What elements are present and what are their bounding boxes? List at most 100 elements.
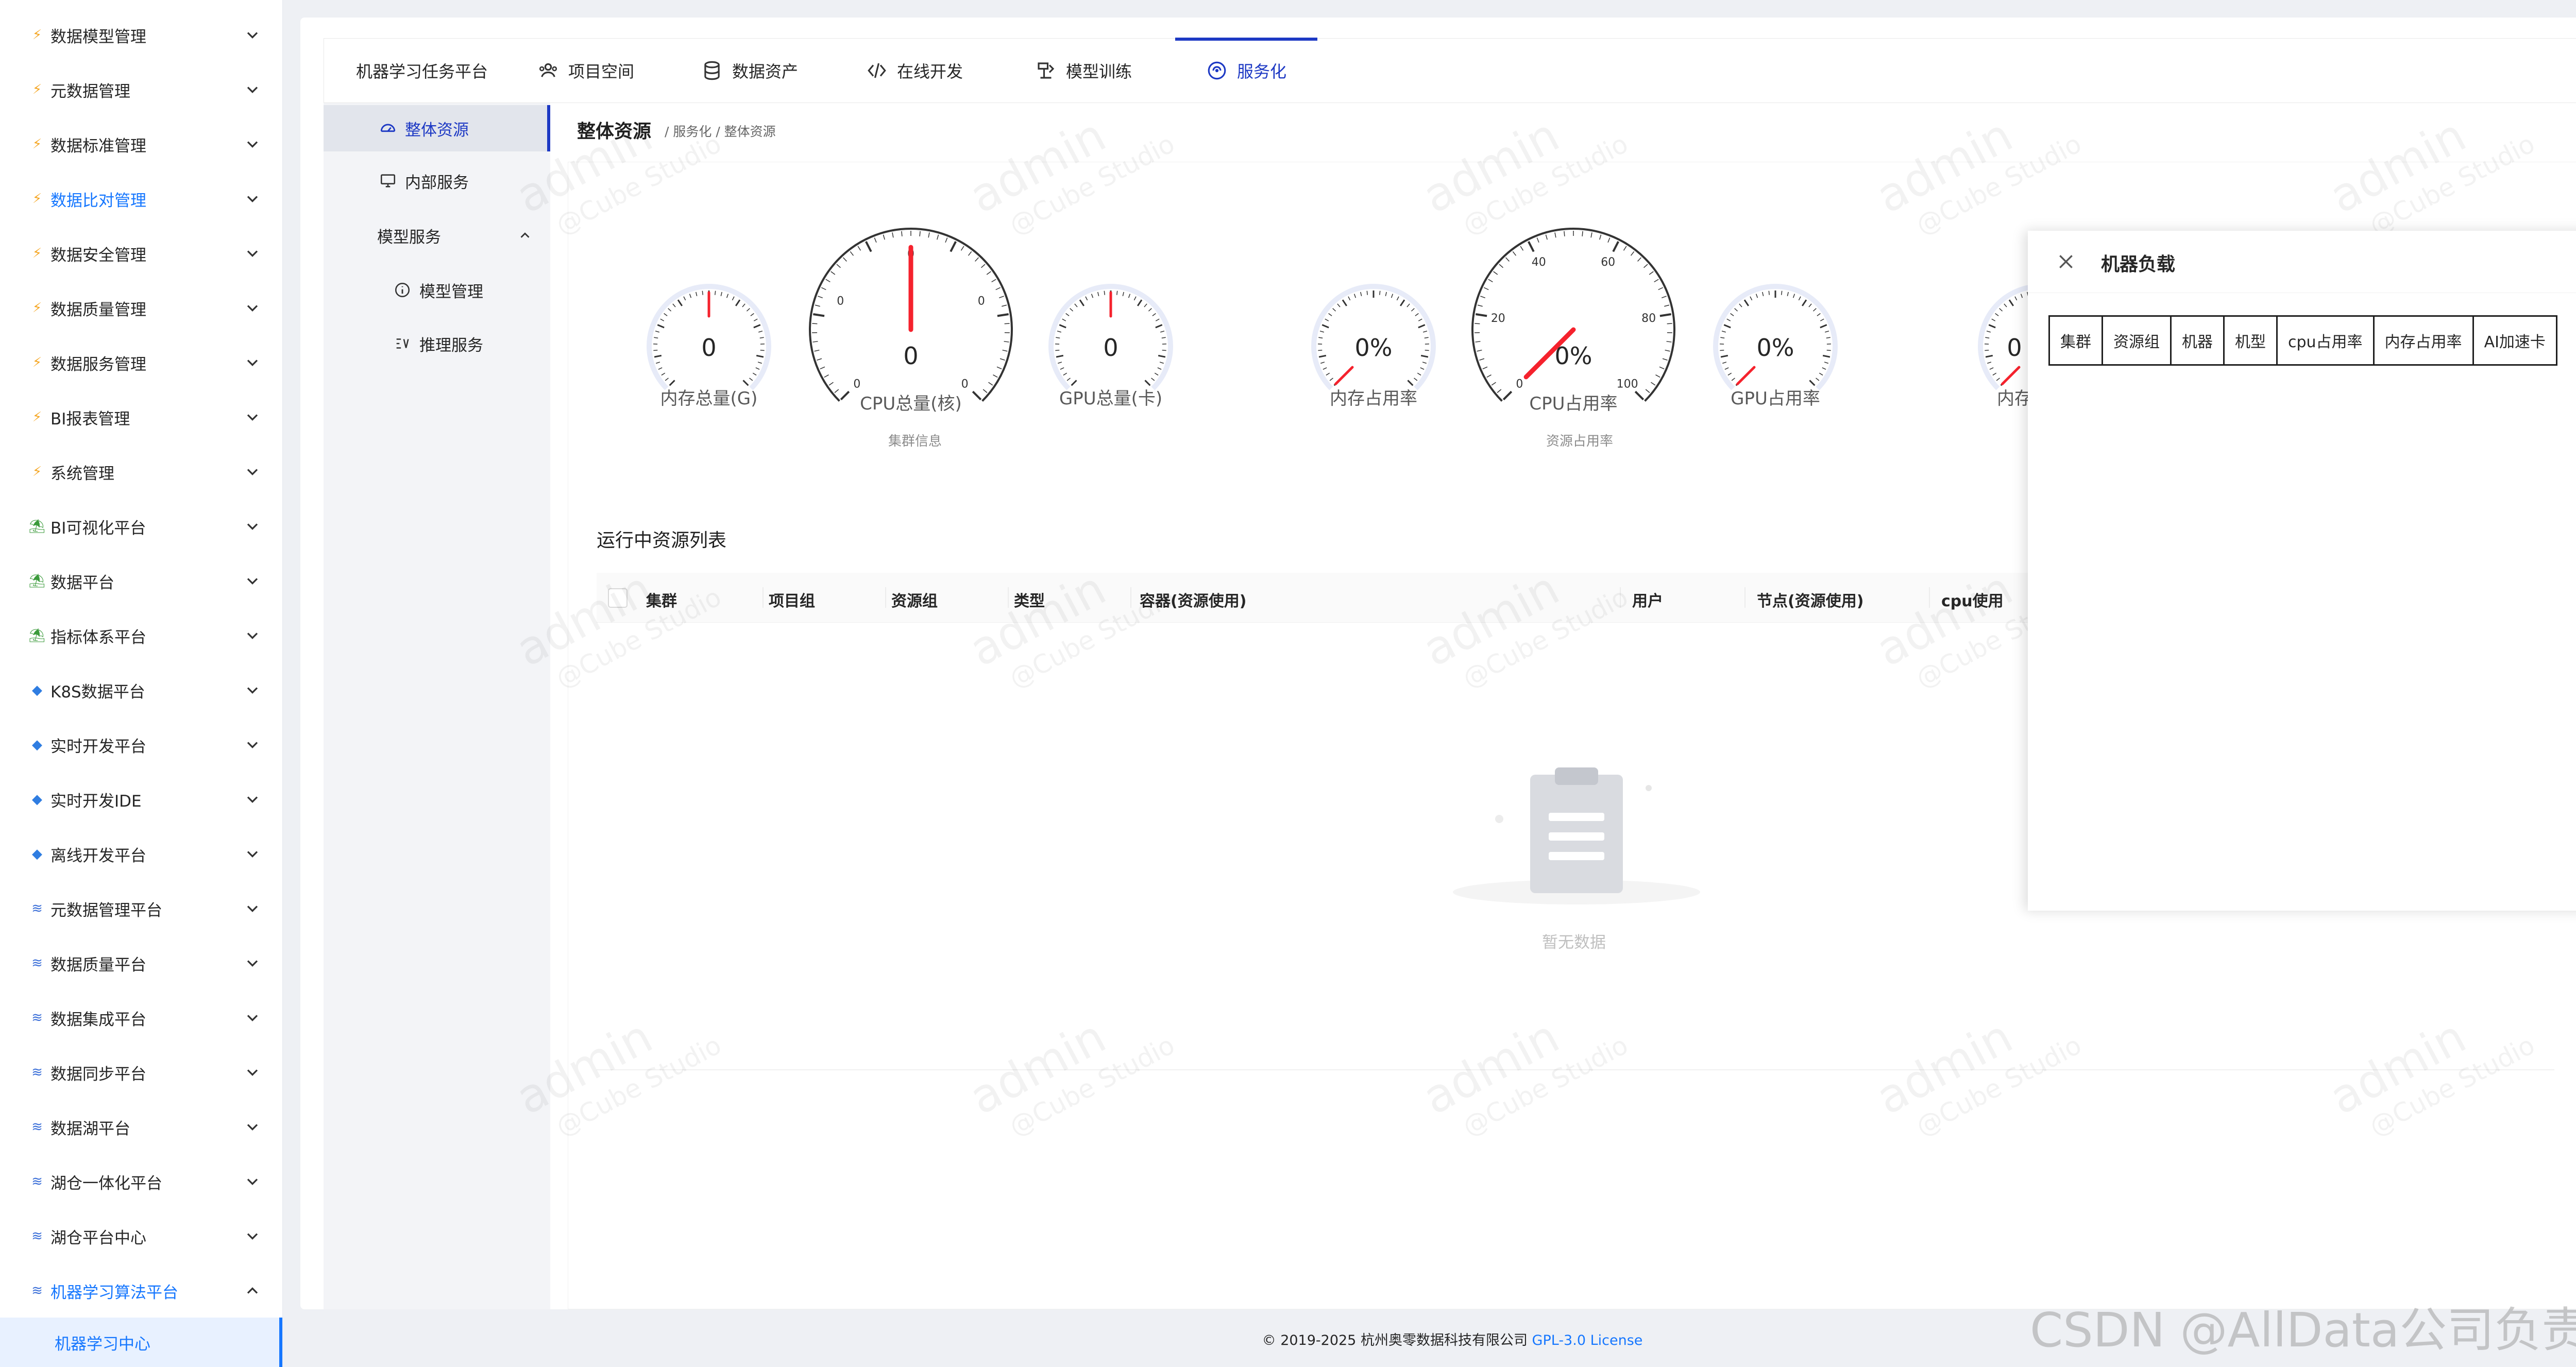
menu-icon: ≋ (31, 901, 43, 916)
training-icon (1038, 62, 1055, 79)
submenu-model-management[interactable]: 模型管理 (324, 267, 550, 313)
tab-online-dev[interactable]: 在线开发 (866, 39, 963, 102)
sidebar-item[interactable]: ≋ 数据湖平台 (0, 1100, 282, 1154)
sidebar-item-label: 数据标准管理 (50, 136, 146, 156)
sidebar-item[interactable]: ◆ K8S数据平台 (0, 663, 282, 717)
sidebar-item[interactable]: ⚡ 数据比对管理 (0, 172, 282, 226)
chevron-down-icon (247, 1069, 258, 1076)
sidebar-item-label: 数据服务管理 (50, 355, 146, 374)
column-header-type: 类型 (1014, 592, 1045, 610)
gauge-value: 0 (1103, 334, 1118, 362)
gauge-group-label: 集群信息 (888, 434, 942, 449)
submenu-inference-service[interactable]: 推理服务 (324, 320, 550, 367)
sidebar-item[interactable]: ⚡ 数据标准管理 (0, 117, 282, 171)
submenu-internal-service[interactable]: 内部服务 (324, 158, 550, 204)
gauge-group-label: 资源占用率 (1546, 434, 1613, 449)
sidebar-item[interactable]: ◆ 离线开发平台 (0, 827, 282, 881)
sidebar-item[interactable]: ≋ 机器学习算法平台 (0, 1264, 282, 1318)
sidebar-item-label: 数据湖平台 (50, 1119, 130, 1138)
sidebar-item[interactable]: ⛱ 数据平台 (0, 554, 282, 608)
drawer-column-header: 集群 (2048, 315, 2103, 366)
tab-label: 在线开发 (897, 62, 963, 81)
select-all-checkbox[interactable] (608, 588, 628, 608)
menu-icon: ⚡ (32, 300, 42, 316)
sidebar-item-label: 实时开发IDE (50, 792, 142, 811)
drawer-column-header: 内存占用率 (2372, 315, 2474, 366)
sidebar-item[interactable]: ⚡ 数据质量管理 (0, 281, 282, 335)
sidebar-item[interactable]: ≋ 数据同步平台 (0, 1046, 282, 1099)
menu-icon: ⚡ (32, 246, 42, 261)
empty-state-text: 暂无数据 (1542, 933, 1606, 952)
sidebar-item-label: 数据质量平台 (50, 955, 146, 975)
sidebar-item-label: 数据同步平台 (50, 1065, 146, 1084)
menu-icon: ⚡ (32, 136, 42, 152)
sidebar-item-label: BI报表管理 (50, 409, 130, 429)
license-link[interactable]: GPL-3.0 License (1532, 1332, 1643, 1348)
sidebar-item[interactable]: ⛱ BI可视化平台 (0, 500, 282, 553)
drawer-column-header: cpu占用率 (2276, 315, 2375, 366)
sidebar-item[interactable]: ⚡ BI报表管理 (0, 390, 282, 444)
sidebar-item-label: 离线开发平台 (50, 846, 146, 865)
chevron-down-icon (247, 305, 258, 312)
sidebar-item[interactable]: ◆ 实时开发IDE (0, 773, 282, 826)
resource-list-title: 运行中资源列表 (597, 530, 727, 551)
sidebar-item-label: 数据集成平台 (50, 1010, 146, 1029)
chevron-down-icon (247, 851, 258, 858)
sidebar-item[interactable]: ⚡ 数据服务管理 (0, 336, 282, 389)
drawer-header: 机器负载 (2028, 231, 2576, 293)
gauge-value: 0 (701, 334, 717, 362)
machine-load-table: 集群 资源组 机器 机型 cpu占用率 内存占用率 AI加速卡 (2048, 315, 2557, 366)
sidebar-item-label: 湖仓平台中心 (50, 1228, 146, 1248)
gauge-value: 0% (1554, 342, 1592, 370)
resource-table-header: 集群 项目组 资源组 类型 容器(资源使用) 用户 节点(资源使用) cpu使用 (597, 573, 2029, 623)
sidebar-item[interactable]: ≋ 元数据管理平台 (0, 882, 282, 935)
sidebar-item-label: BI可视化平台 (50, 519, 146, 538)
sidebar-item[interactable]: ≋ 湖仓平台中心 (0, 1209, 282, 1263)
menu-icon: ≋ (31, 1119, 43, 1135)
gauge-label: 内存占用率 (1330, 388, 1417, 409)
submenu-model-service[interactable]: 模型服务 (324, 212, 550, 259)
chevron-down-icon (247, 414, 258, 421)
code-icon (868, 63, 886, 78)
sidebar-item[interactable]: ⚡ 系统管理 (0, 445, 282, 499)
gauge-value: 0 (903, 342, 919, 370)
dashboard-icon (380, 124, 396, 132)
gauge-value: 0% (1354, 334, 1393, 362)
tab-ml-task-platform[interactable]: 机器学习任务平台 (356, 39, 488, 102)
close-icon[interactable] (2056, 251, 2076, 272)
submenu-label: 整体资源 (405, 121, 469, 140)
chevron-down-icon (247, 960, 258, 967)
sidebar-item-label: 元数据管理 (50, 82, 130, 101)
sidebar-item[interactable]: ⚡ 数据安全管理 (0, 227, 282, 280)
sidebar-item[interactable]: ⚡ 元数据管理 (0, 63, 282, 116)
submenu-overall-resource[interactable]: 整体资源 (324, 105, 550, 151)
column-header-container: 容器(资源使用) (1140, 592, 1247, 610)
chevron-down-icon (247, 742, 258, 748)
copyright-text: © 2019-2025 杭州奥零数据科技有限公司 (1262, 1332, 1528, 1348)
sidebar-item[interactable]: ≋ 湖仓一体化平台 (0, 1155, 282, 1208)
menu-icon: ⚡ (32, 355, 42, 370)
tab-label: 模型训练 (1066, 62, 1132, 81)
menu-icon: ⚡ (32, 82, 42, 97)
menu-icon: ⛱ (28, 628, 46, 643)
sidebar-item[interactable]: ≋ 数据质量平台 (0, 936, 282, 990)
tab-data-assets[interactable]: 数据资产 (701, 39, 798, 102)
tab-model-training[interactable]: 模型训练 (1035, 39, 1132, 102)
sidebar-item[interactable]: ⚡ 数据模型管理 (0, 8, 282, 62)
sidebar-item-label: 实时开发平台 (50, 737, 146, 756)
tab-project-space[interactable]: 项目空间 (537, 39, 634, 102)
tab-service[interactable]: 服务化 (1175, 38, 1318, 102)
chevron-down-icon (247, 87, 258, 93)
sidebar-item-label: 元数据管理平台 (50, 901, 162, 920)
chevron-down-icon (247, 32, 258, 39)
chevron-down-icon (247, 360, 258, 366)
sidebar-item[interactable]: ≋ 数据集成平台 (0, 991, 282, 1045)
machine-load-drawer: 机器负载 集群 资源组 机器 机型 cpu占用率 内存占用率 AI加速卡 (2028, 231, 2576, 911)
chevron-down-icon (247, 1233, 258, 1240)
menu-icon: ⛱ (28, 573, 46, 589)
menu-icon: ⛱ (28, 519, 46, 534)
sidebar-item[interactable]: ⛱ 指标体系平台 (0, 609, 282, 662)
column-divider (762, 587, 764, 608)
sidebar-item[interactable]: ◆ 实时开发平台 (0, 718, 282, 772)
gauge-value: 0% (1756, 334, 1794, 362)
